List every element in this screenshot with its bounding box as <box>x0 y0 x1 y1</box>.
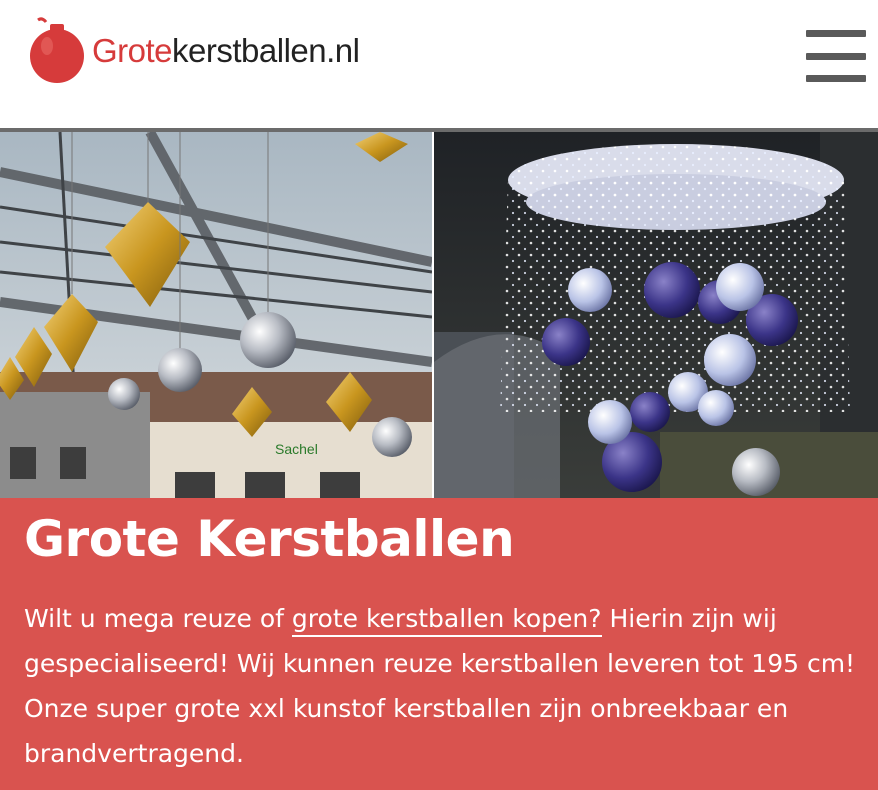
christmas-ball-logo-icon <box>30 17 84 83</box>
intro-section: Grote Kerstballen Wilt u mega reuze of g… <box>0 498 878 790</box>
site-header: Grotekerstballen.nl <box>0 0 878 128</box>
logo-text: Grotekerstballen.nl <box>92 32 360 69</box>
page-title: Grote Kerstballen <box>24 510 515 568</box>
menu-bar-bottom <box>806 75 866 82</box>
left-hero-image: Sachel <box>0 132 434 498</box>
right-hero-image <box>434 132 878 498</box>
hamburger-menu-icon[interactable] <box>806 30 866 82</box>
hero-images: Sachel <box>0 132 878 498</box>
buy-christmas-balls-link[interactable]: grote kerstballen kopen? <box>291 604 602 637</box>
menu-bar-middle <box>806 52 866 60</box>
menu-bar-top <box>806 30 866 37</box>
svg-text:Sachel: Sachel <box>275 441 318 457</box>
intro-paragraph: Wilt u mega reuze of grote kerstballen k… <box>24 596 864 776</box>
site-logo[interactable]: Grotekerstballen.nl <box>28 16 360 86</box>
intro-text-before-link: Wilt u mega reuze of <box>24 604 292 633</box>
